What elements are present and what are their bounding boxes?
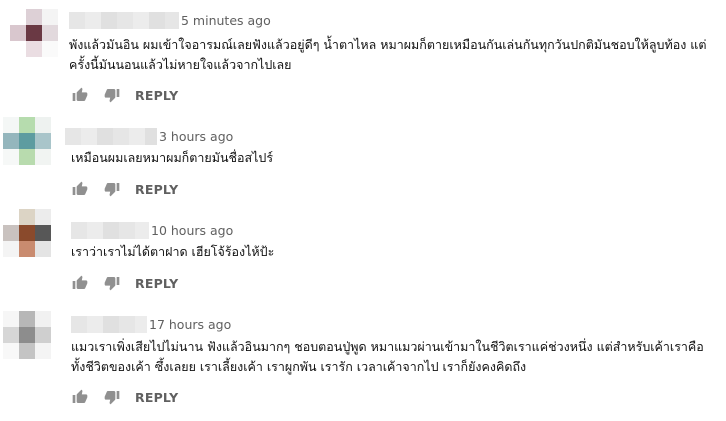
avatar[interactable] — [3, 209, 51, 257]
reply-button[interactable]: REPLY — [135, 182, 178, 197]
thumbs-up-icon[interactable] — [71, 388, 89, 406]
thumbs-up-icon[interactable] — [71, 86, 89, 104]
thumbs-up-icon[interactable] — [71, 274, 89, 292]
comment-text: แมวเราเพิ่งเสียไปไม่นาน ฟังแล้วอินมากๆ ช… — [71, 339, 704, 374]
comment-text: พังแล้วมันอิน ผมเข้าใจอารมณ์เลยฟังแล้วอย… — [69, 37, 707, 72]
comment-text: เราว่าเราไม่ได้ตาฝาด เฮียโจ้ร้องไห้ป้ะ — [71, 244, 275, 259]
comment-timestamp[interactable]: 3 hours ago — [159, 129, 233, 144]
avatar[interactable] — [10, 9, 58, 57]
reply-button[interactable]: REPLY — [135, 276, 178, 291]
comment-timestamp[interactable]: 10 hours ago — [151, 223, 233, 238]
thumbs-down-icon[interactable] — [103, 86, 121, 104]
author-name[interactable] — [69, 11, 179, 29]
thumbs-down-icon[interactable] — [103, 180, 121, 198]
author-name[interactable] — [71, 221, 149, 239]
reply-button[interactable]: REPLY — [135, 390, 178, 405]
comment-timestamp[interactable]: 5 minutes ago — [181, 13, 271, 28]
thumbs-down-icon[interactable] — [103, 274, 121, 292]
comment-text: เหมือนผมเลยหมาผมก็ตายมันชื่อสไปร์ — [71, 150, 274, 165]
avatar[interactable] — [3, 117, 51, 165]
author-name[interactable] — [65, 127, 157, 145]
thumbs-down-icon[interactable] — [103, 388, 121, 406]
comment-timestamp[interactable]: 17 hours ago — [149, 317, 231, 332]
reply-button[interactable]: REPLY — [135, 88, 178, 103]
author-name[interactable] — [71, 315, 147, 333]
thumbs-up-icon[interactable] — [71, 180, 89, 198]
avatar[interactable] — [3, 311, 51, 359]
